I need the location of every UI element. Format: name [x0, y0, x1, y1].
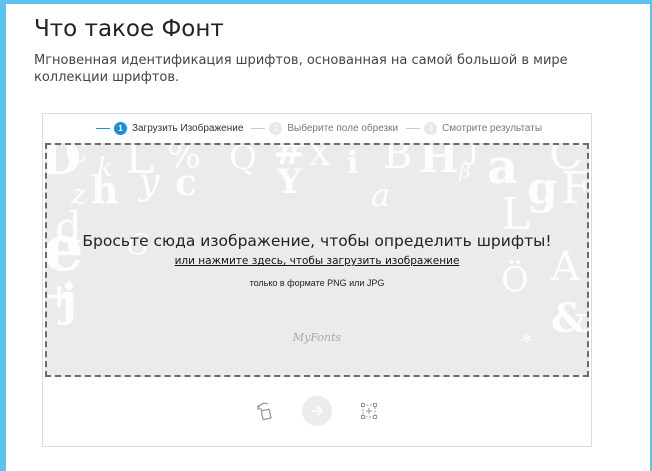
- image-dropzone[interactable]: DCkL%Q#XiBHJβaCzhycYagFedGLA+jÖ&* Бросьт…: [45, 143, 589, 377]
- page-subtitle: Мгновенная идентификация шрифтов, основа…: [34, 53, 568, 85]
- background-glyph: h: [91, 167, 119, 212]
- page-title: Что такое Фонт: [34, 16, 224, 42]
- upload-card: 1 Загрузить Изображение 2 Выберите поле …: [42, 113, 592, 447]
- background-glyph: Q: [229, 145, 257, 178]
- background-glyph: L: [501, 189, 531, 240]
- background-glyph: β: [459, 159, 471, 183]
- step-connector: [406, 127, 421, 129]
- step-3-label: Смотрите результаты: [442, 122, 543, 134]
- arrow-right-icon: [311, 406, 323, 416]
- next-step-button[interactable]: [302, 396, 332, 426]
- toolbar: [43, 396, 591, 426]
- rotate-icon[interactable]: [254, 400, 276, 422]
- crop-frame-icon[interactable]: [358, 400, 380, 422]
- step-3-number: 3: [424, 121, 438, 135]
- step-1-number: 1: [113, 121, 127, 135]
- step-indicator: 1 Загрузить Изображение 2 Выберите поле …: [43, 114, 591, 142]
- background-glyph: C: [65, 145, 88, 171]
- upload-link-wrapper: или нажмите здесь, чтобы загрузить изобр…: [47, 255, 587, 267]
- background-glyph: a: [371, 176, 391, 214]
- background-glyph: a: [487, 145, 519, 195]
- dropzone-title: Бросьте сюда изображение, чтобы определи…: [82, 232, 552, 250]
- background-glyph: B: [383, 145, 413, 178]
- upload-link[interactable]: или нажмите здесь, чтобы загрузить изобр…: [175, 255, 460, 267]
- myfonts-logo: MyFonts: [292, 331, 342, 344]
- background-glyph: F: [561, 167, 587, 211]
- step-1-label: Загрузить Изображение: [131, 122, 244, 134]
- background-glyph: Y: [277, 162, 302, 202]
- background-glyph: c: [175, 162, 197, 204]
- step-2-label: Выберите поле обрезки: [287, 122, 399, 134]
- background-glyph: H: [419, 145, 459, 182]
- step-connector: [251, 127, 266, 129]
- background-glyph: X: [309, 145, 331, 173]
- background-glyph: g: [527, 163, 558, 214]
- format-note: только в формате PNG или JPG: [249, 278, 385, 288]
- background-glyph: y: [139, 162, 160, 203]
- background-glyph: i: [347, 146, 359, 181]
- step-2-number: 2: [269, 121, 283, 135]
- step-connector: [95, 127, 110, 129]
